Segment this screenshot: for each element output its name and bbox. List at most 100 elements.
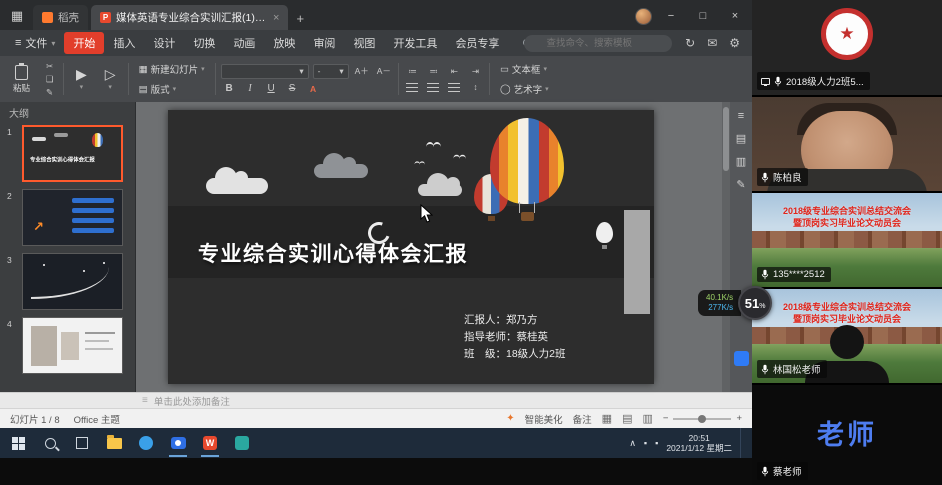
home-menu-icon[interactable]: ▦	[4, 4, 30, 28]
italic-button[interactable]: I	[242, 83, 259, 95]
align-center-icon[interactable]	[425, 81, 442, 93]
cut-icon[interactable]: ✂	[41, 60, 58, 72]
font-color-icon[interactable]: A	[305, 83, 322, 95]
notes-toggle-button[interactable]: 备注	[573, 412, 592, 426]
settings-gear-icon[interactable]: ⚙	[729, 36, 740, 50]
slide-info-block[interactable]: 汇报人：郑乃方 指导老师：蔡桂英 班 级：18级人力2班	[464, 312, 566, 363]
participant-tile-avatar[interactable]: 老师 蔡老师	[752, 385, 942, 485]
menu-tab-devtools[interactable]: 开发工具	[384, 32, 446, 54]
paste-button[interactable]: 粘贴	[6, 65, 37, 94]
action-center-edge[interactable]	[740, 428, 746, 458]
task-view-button[interactable]	[66, 428, 98, 458]
line-spacing-icon[interactable]: ↕	[467, 81, 484, 93]
copy-icon[interactable]: ❏	[41, 73, 58, 85]
menu-tab-review[interactable]: 审阅	[304, 32, 344, 54]
scrollbar-thumb[interactable]	[723, 107, 729, 171]
menu-tab-home[interactable]: 开始	[64, 32, 104, 54]
file-menu[interactable]: ≡ 文件 ▾	[6, 32, 64, 54]
underline-button[interactable]: U	[263, 83, 280, 95]
font-size-select[interactable]: - ▾	[313, 64, 349, 79]
slide-title[interactable]: 专业综合实训心得体会汇报	[198, 238, 468, 268]
network-speed-widget[interactable]: 40.1K/s 277K/s 51%	[698, 286, 772, 320]
sync-icon[interactable]: ↻	[685, 36, 695, 50]
participant-tile-host[interactable]: ★ 2018级人力2班5...	[752, 0, 942, 95]
meeting-app-button[interactable]	[162, 428, 194, 458]
wordart-button[interactable]: ◯ 艺术字 ▾	[495, 81, 554, 97]
notes-bar[interactable]: ≡ 单击此处添加备注	[0, 392, 752, 408]
textbox-button[interactable]: ▭ 文本框 ▾	[495, 61, 552, 77]
slide-thumbnail-2[interactable]: 2 ↗	[7, 189, 130, 246]
zoom-slider-knob[interactable]	[698, 415, 706, 423]
taskbar-search-button[interactable]	[34, 428, 66, 458]
participant-tile-banner[interactable]: 2018级专业综合实训总结交流会 暨顶岗实习毕业论文动员会 135****251…	[752, 193, 942, 287]
indent-decrease-icon[interactable]: ⇤	[446, 65, 463, 77]
slide-thumbnail-3[interactable]: 3	[7, 253, 130, 310]
current-slide[interactable]: 专业综合实训心得体会汇报 汇报人：郑乃方 指导老师：蔡桂英 班 级：18级人力2…	[168, 110, 654, 384]
numbering-icon[interactable]: ≕	[425, 65, 442, 77]
properties-panel-icon[interactable]: ≡	[738, 110, 744, 122]
format-painter-icon[interactable]: ✎	[41, 86, 58, 98]
menu-tab-design[interactable]: 设计	[144, 32, 184, 54]
volume-icon[interactable]: ▪	[655, 438, 658, 448]
font-shrink-icon[interactable]: A－	[375, 65, 393, 77]
sorter-view-icon[interactable]: ▤	[622, 412, 632, 425]
tab-shell-store[interactable]: 稻壳	[33, 5, 88, 30]
bold-button[interactable]: B	[221, 83, 238, 95]
zoom-slider[interactable]	[673, 418, 731, 420]
menu-tab-animation[interactable]: 动画	[224, 32, 264, 54]
menu-tab-transition[interactable]: 切换	[184, 32, 224, 54]
tray-expand-icon[interactable]: ∧	[629, 438, 636, 449]
minimize-button[interactable]: −	[658, 6, 684, 26]
close-button[interactable]: ×	[722, 6, 748, 26]
selection-panel-icon[interactable]: ▥	[736, 155, 746, 168]
align-right-icon[interactable]	[446, 81, 463, 93]
outline-tab[interactable]: 大纲	[9, 105, 29, 120]
user-avatar[interactable]	[635, 8, 652, 25]
taskbar-clock[interactable]: 20:51 2021/1/12 星期二	[666, 433, 732, 454]
beautify-button[interactable]: 智能美化	[525, 412, 563, 426]
strikethrough-button[interactable]: S	[284, 83, 301, 95]
file-explorer-button[interactable]	[98, 428, 130, 458]
animation-panel-icon[interactable]: ▤	[736, 132, 746, 145]
font-family-select[interactable]: ▾	[221, 64, 309, 79]
paste-label: 粘贴	[13, 82, 30, 94]
align-left-icon[interactable]	[404, 81, 421, 93]
normal-view-icon[interactable]: ▦	[602, 412, 612, 425]
play-from-start-button[interactable]: ▷ ▾	[98, 67, 123, 91]
network-icon[interactable]: ▪	[644, 438, 647, 448]
theme-name[interactable]: Office 主题	[74, 412, 120, 426]
wps-app-button[interactable]: W	[194, 428, 226, 458]
bullets-icon[interactable]: ≔	[404, 65, 421, 77]
browser-button[interactable]	[130, 428, 162, 458]
tab-document[interactable]: P 媒体英语专业综合实训汇报(1)(3) ×	[91, 5, 288, 30]
play-from-current-button[interactable]: ▶ ▾	[69, 67, 94, 91]
slide-thumbnail-1[interactable]: 1 专业综合实训心得体会汇报	[7, 125, 130, 182]
assistant-widget-icon[interactable]	[734, 351, 749, 366]
memory-usage-ball[interactable]: 51%	[738, 286, 772, 320]
maximize-button[interactable]: □	[690, 6, 716, 26]
edit-panel-icon[interactable]: ✎	[736, 178, 745, 191]
slide-thumbnail-4[interactable]: 4	[7, 317, 130, 374]
search-input[interactable]	[524, 35, 672, 52]
layout-button[interactable]: ▤ 版式 ▾	[134, 81, 182, 97]
new-slide-button[interactable]: ▦ 新建幻灯片 ▾	[134, 61, 210, 77]
menu-tab-view[interactable]: 视图	[344, 32, 384, 54]
participant-tile-banner-person[interactable]: 2018级专业综合实训总结交流会 暨顶岗实习毕业论文动员会 林国松老师	[752, 289, 942, 383]
vertical-scrollbar[interactable]	[722, 102, 730, 392]
start-button[interactable]	[2, 428, 34, 458]
banner-line-2: 暨顶岗实习毕业论文动员会	[754, 217, 940, 229]
font-grow-icon[interactable]: A＋	[353, 65, 371, 77]
download-speed: 277K/s	[706, 303, 733, 313]
message-icon[interactable]: ✉	[707, 36, 717, 50]
participant-tile-video[interactable]: 陈柏良	[752, 97, 942, 191]
menu-tab-member[interactable]: 会员专享	[446, 32, 508, 54]
menu-tab-insert[interactable]: 插入	[104, 32, 144, 54]
new-tab-button[interactable]: +	[288, 11, 312, 30]
zoom-in-icon[interactable]: +	[736, 413, 742, 424]
zoom-out-icon[interactable]: −	[663, 413, 669, 424]
tab-close-icon[interactable]: ×	[271, 12, 279, 24]
menu-tab-slideshow[interactable]: 放映	[264, 32, 304, 54]
reading-view-icon[interactable]: ▥	[642, 412, 652, 425]
docs-app-button[interactable]	[226, 428, 258, 458]
indent-increase-icon[interactable]: ⇥	[467, 65, 484, 77]
